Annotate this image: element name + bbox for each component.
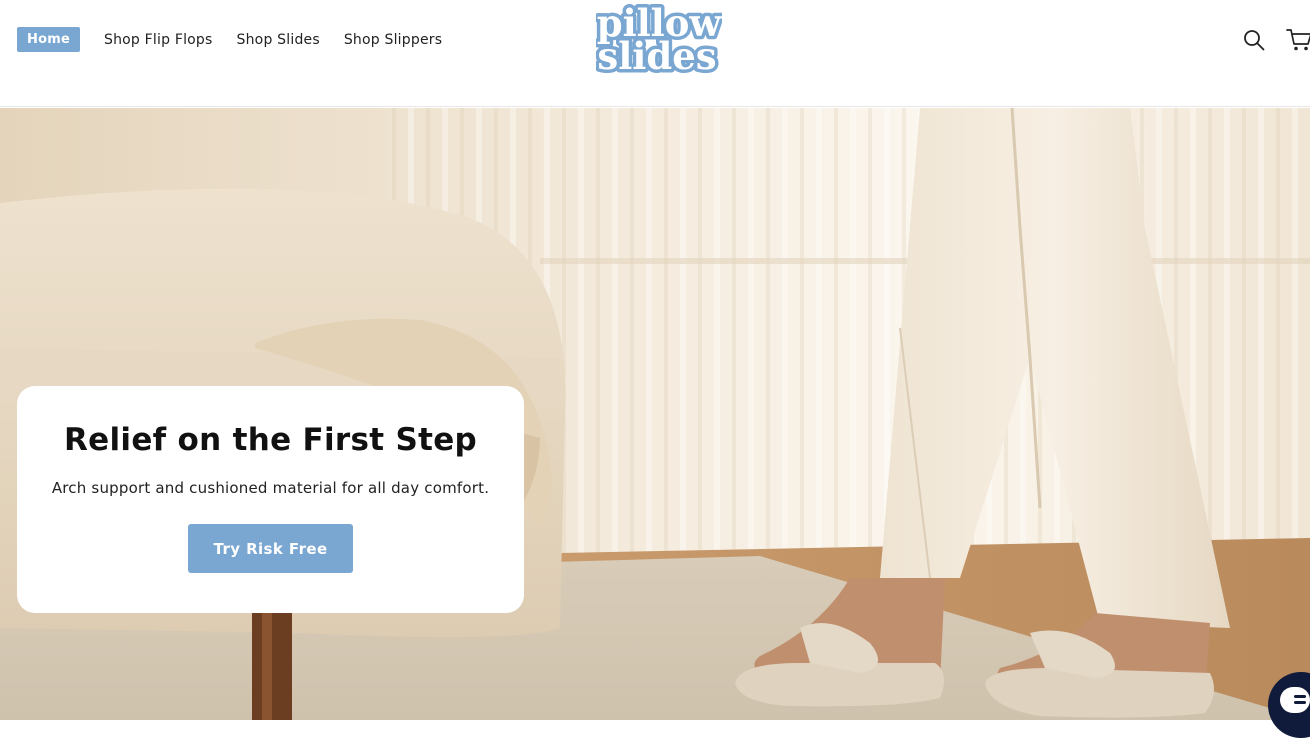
hero-title: Relief on the First Step xyxy=(63,422,478,458)
nav-shop-slides[interactable]: Shop Slides xyxy=(237,32,320,48)
header-actions xyxy=(1242,28,1310,52)
try-risk-free-button[interactable]: Try Risk Free xyxy=(188,524,353,573)
promo-card: Relief on the First Step Arch support an… xyxy=(17,386,524,613)
hero-subtitle: Arch support and cushioned material for … xyxy=(51,479,490,497)
chat-icon xyxy=(1280,687,1310,713)
hero-banner: Relief on the First Step Arch support an… xyxy=(0,108,1310,720)
cart-icon[interactable] xyxy=(1286,28,1310,52)
logo-line-2-fill: slides xyxy=(597,34,716,75)
site-header: Home Shop Flip Flops Shop Slides Shop Sl… xyxy=(0,0,1310,107)
search-icon[interactable] xyxy=(1242,28,1266,52)
nav-shop-slippers[interactable]: Shop Slippers xyxy=(344,32,442,48)
brand-logo[interactable]: pillow pillow slides slides xyxy=(596,3,722,75)
nav-shop-flip-flops[interactable]: Shop Flip Flops xyxy=(104,32,213,48)
nav-home[interactable]: Home xyxy=(17,27,80,52)
main-nav: Home Shop Flip Flops Shop Slides Shop Sl… xyxy=(17,27,466,52)
